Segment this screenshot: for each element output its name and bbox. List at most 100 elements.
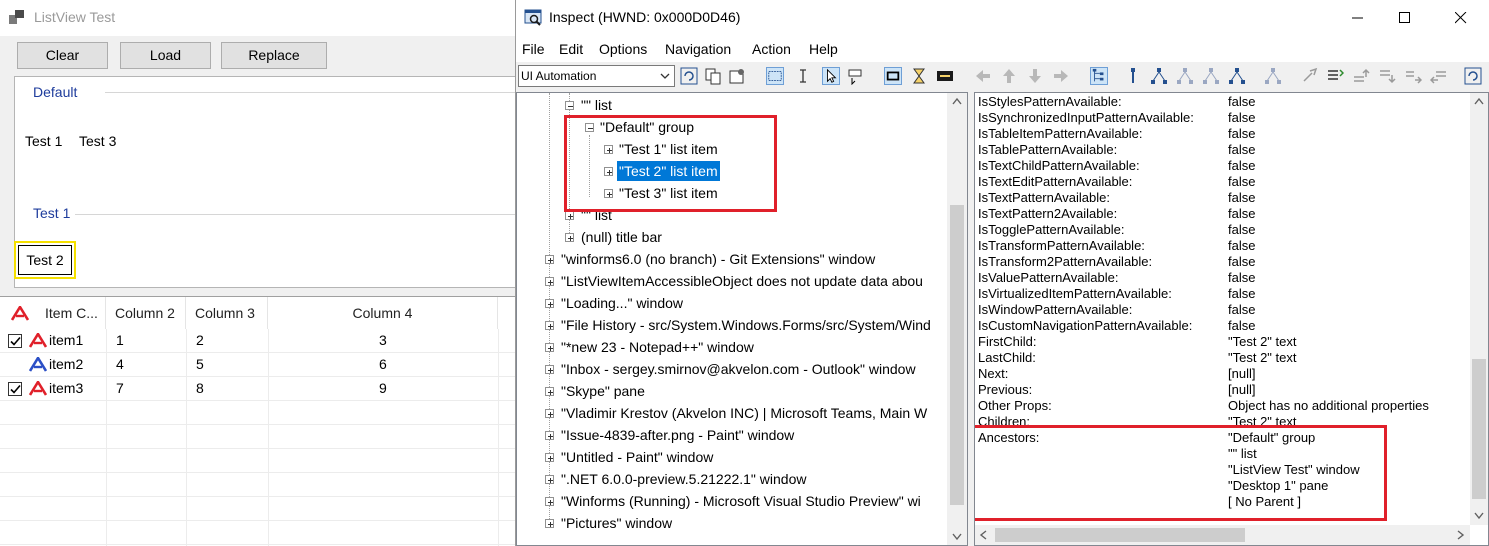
tree-node[interactable]: "" list: [581, 205, 612, 225]
expander-plus-icon[interactable]: [545, 343, 554, 352]
expander-plus-icon[interactable]: [604, 189, 613, 198]
property-row[interactable]: FirstChild: "Test 2" text: [978, 334, 1296, 350]
menu-navigation[interactable]: Navigation: [665, 41, 731, 57]
list-action-icon[interactable]: [1326, 67, 1344, 85]
expander-plus-icon[interactable]: [545, 365, 554, 374]
table-row[interactable]: item2 4 5 6: [0, 353, 515, 377]
next-sibling-icon[interactable]: [1202, 67, 1220, 85]
scroll-down-icon[interactable]: [1474, 512, 1484, 520]
group-header-default[interactable]: Default: [33, 84, 77, 100]
menu-edit[interactable]: Edit: [559, 41, 583, 57]
tree-expand-icon[interactable]: [1264, 67, 1282, 85]
sibling-node-icon[interactable]: [1176, 67, 1194, 85]
move-left-icon[interactable]: [1430, 67, 1448, 85]
expander-plus-icon[interactable]: [545, 409, 554, 418]
property-row[interactable]: IsTextChildPatternAvailable: false: [978, 158, 1255, 174]
expander-minus-icon[interactable]: [585, 123, 594, 132]
expander-plus-icon[interactable]: [545, 255, 554, 264]
row-checkbox[interactable]: [8, 334, 22, 348]
move-right-icon[interactable]: [1404, 67, 1422, 85]
tree-node[interactable]: "Winforms (Running) - Microsoft Visual S…: [561, 491, 921, 511]
group-header-test1[interactable]: Test 1: [33, 205, 70, 221]
arrow-up-icon[interactable]: [1000, 67, 1018, 85]
property-row[interactable]: IsCustomNavigationPatternAvailable: false: [978, 318, 1255, 334]
arrow-left-icon[interactable]: [974, 67, 992, 85]
tree-vertical-scrollbar[interactable]: [947, 93, 967, 545]
text-box-icon[interactable]: [936, 67, 954, 85]
clear-button[interactable]: Clear: [17, 42, 108, 69]
menu-file[interactable]: File: [522, 41, 545, 57]
expander-plus-icon[interactable]: [545, 277, 554, 286]
property-row[interactable]: IsTransform2PatternAvailable: false: [978, 254, 1255, 270]
column-header-3[interactable]: Column 3: [186, 297, 268, 329]
menu-help[interactable]: Help: [809, 41, 838, 57]
property-row[interactable]: IsTextPatternAvailable: false: [978, 190, 1255, 206]
element-tree[interactable]: "" list "Default" group "Test 1" list it…: [516, 92, 968, 546]
tree-node[interactable]: "" list: [581, 95, 612, 115]
focused-list-item-frame[interactable]: Test 2: [14, 241, 76, 279]
tree-node[interactable]: "ListViewItemAccessibleObject does not u…: [561, 271, 923, 291]
tree-node[interactable]: "winforms6.0 (no branch) - Git Extension…: [561, 249, 875, 269]
scroll-right-icon[interactable]: [1457, 530, 1465, 540]
expander-plus-icon[interactable]: [545, 387, 554, 396]
property-row[interactable]: IsTextPattern2Available: false: [978, 206, 1255, 222]
properties-pane[interactable]: IsStylesPatternAvailable: false IsSynchro…: [974, 92, 1489, 546]
expander-plus-icon[interactable]: [565, 233, 574, 242]
expander-plus-icon[interactable]: [545, 431, 554, 440]
property-row[interactable]: IsTransformPatternAvailable: false: [978, 238, 1255, 254]
expander-plus-icon[interactable]: [545, 299, 554, 308]
refresh-icon[interactable]: [680, 67, 698, 85]
list-item[interactable]: Test 1: [25, 133, 62, 149]
list-item-selected[interactable]: Test 2: [18, 245, 72, 275]
watch-cursor-icon[interactable]: [846, 67, 864, 85]
property-row[interactable]: Children: "Test 2" text: [978, 414, 1296, 430]
replace-button[interactable]: Replace: [221, 42, 327, 69]
first-child-icon[interactable]: [1150, 67, 1168, 85]
tree-node[interactable]: "Untitled - Paint" window: [561, 447, 713, 467]
property-row[interactable]: IsVirtualizedItemPatternAvailable: false: [978, 286, 1255, 302]
move-up-icon[interactable]: [1352, 67, 1370, 85]
menu-action[interactable]: Action: [752, 41, 791, 57]
tree-node[interactable]: ".NET 6.0.0-preview.5.21222.1" window: [561, 469, 807, 489]
mode-dropdown[interactable]: UI Automation: [518, 65, 675, 87]
scroll-up-icon[interactable]: [1474, 97, 1484, 105]
action-icon[interactable]: [1302, 67, 1320, 85]
last-child-icon[interactable]: [1228, 67, 1246, 85]
scroll-left-icon[interactable]: [979, 530, 987, 540]
expander-plus-icon[interactable]: [545, 519, 554, 528]
minimize-button[interactable]: [1335, 0, 1381, 36]
arrow-right-icon[interactable]: [1052, 67, 1070, 85]
expander-plus-icon[interactable]: [545, 321, 554, 330]
maximize-button[interactable]: [1382, 0, 1428, 36]
expander-plus-icon[interactable]: [545, 475, 554, 484]
copy-icon[interactable]: [704, 67, 722, 85]
row-checkbox[interactable]: [8, 382, 22, 396]
property-row[interactable]: IsStylesPatternAvailable: false: [978, 94, 1255, 110]
listview-title-bar[interactable]: ListView Test: [0, 0, 515, 36]
tree-node[interactable]: "Vladimir Krestov (Akvelon INC) | Micros…: [561, 403, 927, 423]
tree-node[interactable]: "Skype" pane: [561, 381, 645, 401]
expander-plus-icon[interactable]: [604, 145, 613, 154]
column-header-4[interactable]: Column 4: [268, 297, 498, 329]
tree-node[interactable]: "File History - src/System.Windows.Forms…: [561, 315, 931, 335]
details-listview[interactable]: Item C... Column 2 Column 3 Column 4 ite…: [0, 296, 515, 546]
table-row[interactable]: item3 7 8 9: [0, 377, 515, 401]
expander-plus-icon[interactable]: [545, 497, 554, 506]
parent-node-icon[interactable]: [1124, 67, 1142, 85]
table-row[interactable]: item1 1 2 3: [0, 329, 515, 353]
property-row[interactable]: IsTogglePatternAvailable: false: [978, 222, 1255, 238]
tree-node[interactable]: (null) title bar: [581, 227, 662, 247]
menu-options[interactable]: Options: [599, 41, 647, 57]
tree-node[interactable]: "Loading..." window: [561, 293, 683, 313]
property-row[interactable]: LastChild: "Test 2" text: [978, 350, 1296, 366]
expander-plus-icon[interactable]: [545, 453, 554, 462]
property-row[interactable]: IsWindowPatternAvailable: false: [978, 302, 1255, 318]
arrow-down-icon[interactable]: [1026, 67, 1044, 85]
property-row[interactable]: IsValuePatternAvailable: false: [978, 270, 1255, 286]
tree-node[interactable]: "Pictures" window: [561, 513, 672, 533]
property-row[interactable]: Other Props: Object has no additional pro…: [978, 398, 1429, 414]
scroll-down-icon[interactable]: [952, 533, 962, 541]
property-row[interactable]: Next: [null]: [978, 366, 1255, 382]
hourglass-icon[interactable]: [910, 67, 928, 85]
scroll-up-icon[interactable]: [952, 97, 962, 105]
